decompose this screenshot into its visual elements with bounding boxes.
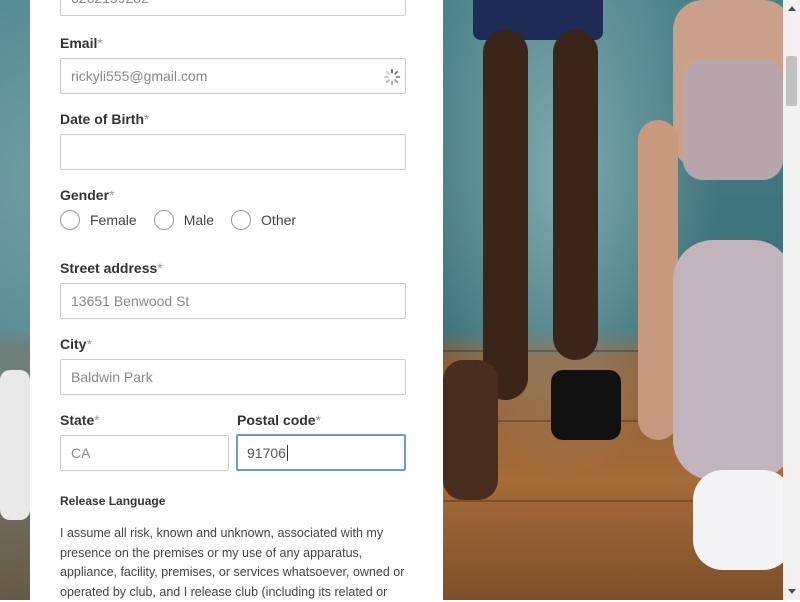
state-input[interactable]: CA: [60, 435, 229, 471]
city-value: Baldwin Park: [71, 369, 153, 385]
dob-input[interactable]: [60, 134, 406, 170]
radio-circle-female[interactable]: [60, 210, 80, 230]
gender-label: Gender*: [60, 187, 115, 203]
street-input[interactable]: 13651 Benwood St: [60, 283, 406, 319]
gender-radio-group: Female Male Other: [60, 210, 313, 230]
postal-code-input[interactable]: 91706: [236, 434, 406, 471]
scroll-up-arrow-icon[interactable]: [783, 0, 800, 17]
scroll-down-arrow-icon[interactable]: [783, 583, 800, 600]
street-label: Street address*: [60, 260, 163, 276]
phone-input[interactable]: 6262159282: [60, 0, 406, 16]
release-language-text: I assume all risk, known and unknown, as…: [60, 526, 405, 599]
email-input[interactable]: rickyli555@gmail.com: [60, 58, 406, 94]
radio-circle-other[interactable]: [231, 210, 252, 230]
email-value: rickyli555@gmail.com: [71, 68, 208, 84]
state-label: State*: [60, 412, 100, 428]
loading-spinner-icon: [383, 68, 401, 86]
email-label: Email*: [60, 35, 103, 51]
scrollbar-thumb[interactable]: [786, 56, 797, 106]
text-caret: [286, 444, 288, 461]
release-language-title: Release Language: [60, 494, 166, 508]
state-value: CA: [71, 445, 91, 461]
background-photo-right: [443, 0, 783, 600]
gender-option-male[interactable]: Male: [153, 210, 214, 230]
page-scrollbar[interactable]: [783, 0, 800, 600]
city-label: City*: [60, 336, 92, 352]
registration-form-panel: 6262159282 Email* rickyli555@gmail.com D…: [30, 0, 443, 600]
city-input[interactable]: Baldwin Park: [60, 359, 406, 395]
street-value: 13651 Benwood St: [71, 293, 190, 309]
dob-label: Date of Birth*: [60, 111, 150, 127]
gender-option-other[interactable]: Other: [231, 210, 296, 230]
background-figure-left: [0, 370, 30, 520]
gender-option-female[interactable]: Female: [60, 210, 137, 230]
phone-value: 6262159282: [71, 0, 149, 6]
radio-circle-male[interactable]: [153, 210, 174, 230]
postal-label: Postal code*: [237, 412, 322, 428]
postal-value: 91706: [247, 444, 286, 461]
